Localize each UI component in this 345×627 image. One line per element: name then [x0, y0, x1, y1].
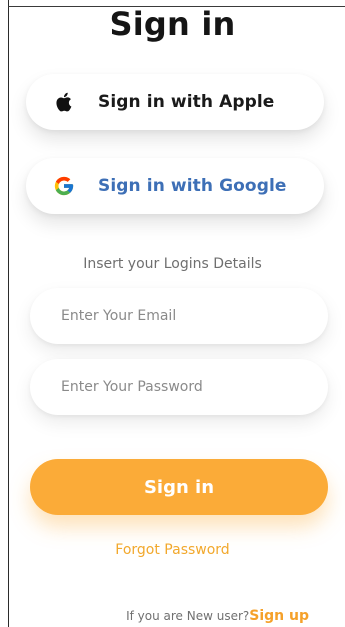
apple-icon: [52, 90, 76, 114]
email-field[interactable]: [30, 288, 328, 344]
sign-up-link[interactable]: Sign up: [249, 608, 309, 624]
page-title: Sign in: [109, 5, 236, 43]
password-field[interactable]: [30, 359, 328, 415]
frame-left-border: [8, 0, 9, 627]
forgot-password-link[interactable]: Forgot Password: [0, 542, 345, 558]
sign-in-button[interactable]: Sign in: [30, 459, 328, 515]
login-details-hint: Insert your Logins Details: [83, 256, 262, 272]
signup-prompt: If you are New user?Sign up: [126, 608, 309, 624]
sign-in-button-label: Sign in: [143, 476, 215, 498]
google-button-label: Sign in with Google: [98, 176, 287, 196]
google-icon: [52, 174, 76, 198]
sign-in-with-google-button[interactable]: Sign in with Google: [26, 158, 324, 214]
sign-in-with-apple-button[interactable]: Sign in with Apple: [26, 74, 324, 130]
new-user-text: If you are New user?: [126, 609, 250, 623]
apple-button-label: Sign in with Apple: [98, 92, 275, 112]
